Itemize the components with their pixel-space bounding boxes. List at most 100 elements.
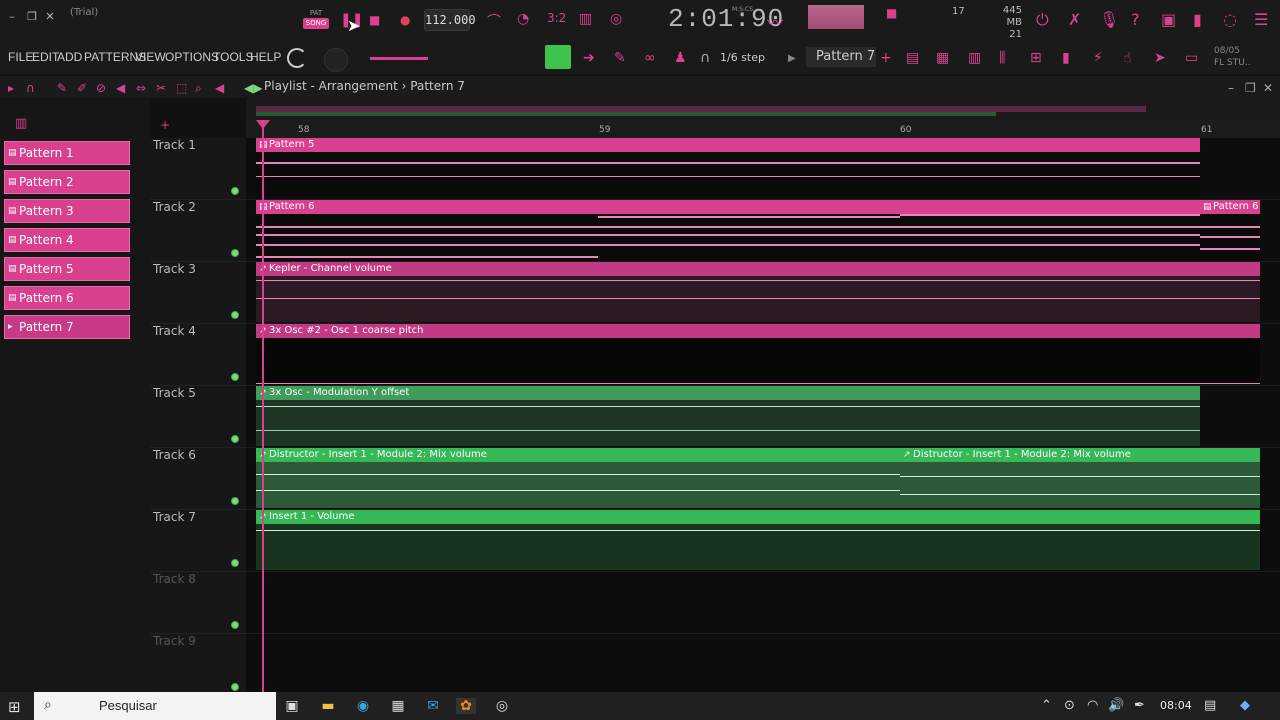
wifi-icon[interactable]: ◠ xyxy=(1087,698,1098,713)
track-mute-led[interactable] xyxy=(231,497,239,505)
arrangement-icon[interactable]: ◀▶ xyxy=(244,81,262,95)
store-icon[interactable]: ▦ xyxy=(388,698,408,714)
tempo-display[interactable]: 112.000 xyxy=(424,9,476,31)
snap-step-selector[interactable]: 1/6 step xyxy=(720,51,765,64)
taskbar-search[interactable]: ⌕ Pesquisar xyxy=(34,692,276,720)
chrome-icon[interactable]: ◎ xyxy=(492,698,512,714)
channel-rack-button[interactable] xyxy=(545,45,571,69)
timeline-ruler[interactable] xyxy=(246,119,1280,138)
pattern-item[interactable]: ▤ Pattern 5 xyxy=(4,257,130,281)
link-icon[interactable]: ∞ xyxy=(644,50,656,66)
touch-icon[interactable]: ☝ xyxy=(1123,50,1132,66)
pat-song-toggle[interactable]: PAT SONG xyxy=(303,8,329,32)
add-pattern-icon[interactable]: + xyxy=(880,50,892,66)
plug-icon[interactable]: ⚡ xyxy=(1093,50,1103,66)
playlist-menu-icon[interactable]: ▸ xyxy=(8,81,14,95)
track-mute-led[interactable] xyxy=(231,249,239,257)
track-header[interactable]: Track 7 xyxy=(150,510,246,572)
playback-icon[interactable]: ◀ xyxy=(215,81,224,95)
pen-icon[interactable]: ✒ xyxy=(1134,698,1145,713)
restore-icon[interactable]: ❐ xyxy=(24,10,40,23)
metronome-icon[interactable]: ⌒ xyxy=(487,11,501,31)
task-view-icon[interactable]: ▣ xyxy=(282,698,302,714)
playlist-view-icon[interactable]: ▤ xyxy=(906,50,919,66)
track-header[interactable]: Track 9 xyxy=(150,634,246,696)
pattern-clip[interactable]: ▤Pattern 6 xyxy=(1200,200,1260,260)
pattern-item[interactable]: ▤ Pattern 4 xyxy=(4,228,130,252)
pattern-item[interactable]: ▤ Pattern 6 xyxy=(4,286,130,310)
playlist-maximize-icon[interactable]: ❐ xyxy=(1245,81,1256,95)
volume-icon[interactable]: 🔊 xyxy=(1108,698,1124,713)
save-icon[interactable]: ▣ xyxy=(1161,10,1176,29)
menu-options[interactable]: OPTIONS xyxy=(165,50,219,64)
play-pattern-icon[interactable]: ▶ xyxy=(788,53,796,64)
file-icon[interactable]: ▮ xyxy=(1062,50,1070,66)
piano-roll-icon[interactable]: ▦ xyxy=(936,50,949,66)
menu-tools[interactable]: TOOLS xyxy=(213,50,253,64)
plugin-icon[interactable]: ▮ xyxy=(1193,10,1202,29)
browser-icon[interactable]: ⊞ xyxy=(1030,50,1042,66)
automation-clip[interactable]: ↗Insert 1 - Volume xyxy=(256,510,1260,570)
playhead[interactable] xyxy=(262,128,264,692)
help-icon[interactable]: ? xyxy=(1131,10,1140,29)
blend-notes-icon[interactable]: ▥ xyxy=(579,11,592,27)
track-header[interactable]: Track 3 xyxy=(150,262,246,324)
mute-icon[interactable]: ◀ xyxy=(116,81,125,95)
automation-clip[interactable]: ↗Kepler - Channel volume xyxy=(256,262,1260,322)
track-header[interactable]: Track 4 xyxy=(150,324,246,386)
pattern-item[interactable]: ▤ Pattern 2 xyxy=(4,170,130,194)
countdown-icon[interactable]: 3:2 xyxy=(547,11,566,25)
pattern-item[interactable]: ▤ Pattern 3 xyxy=(4,199,130,223)
track-lane[interactable] xyxy=(246,572,1280,634)
pattern-item-selected[interactable]: ▸ Pattern 7 xyxy=(4,315,130,339)
paint-icon[interactable]: ✐ xyxy=(77,81,87,95)
track-mute-led[interactable] xyxy=(231,373,239,381)
automation-clip[interactable]: ↗Distructor - Insert 1 - Module 2: Mix v… xyxy=(900,448,1260,508)
track-mute-led[interactable] xyxy=(231,435,239,443)
shop-icon[interactable]: ▭ xyxy=(1185,50,1198,66)
pencil-icon[interactable]: ✎ xyxy=(614,50,626,66)
master-pitch-knob[interactable] xyxy=(324,48,348,72)
chat-icon[interactable]: ◌ xyxy=(1223,10,1237,29)
menu-file[interactable]: FILE xyxy=(8,50,33,64)
track-mute-led[interactable] xyxy=(231,621,239,629)
tools-icon[interactable]: ✗ xyxy=(1068,10,1081,29)
track-header[interactable]: Track 5 xyxy=(150,386,246,448)
track-mute-led[interactable] xyxy=(231,559,239,567)
pattern-clip[interactable]: ▤Pattern 5 xyxy=(256,138,1200,198)
file-explorer-icon[interactable]: ▬ xyxy=(318,698,338,714)
playlist-minimize-icon[interactable]: – xyxy=(1228,81,1234,95)
channel-rack-icon[interactable]: ▥ xyxy=(968,50,981,66)
arrow-right-icon[interactable]: ➔ xyxy=(583,50,595,66)
microphone-icon[interactable]: 🎙 xyxy=(1099,10,1119,29)
track-header[interactable]: Track 2 xyxy=(150,200,246,262)
menu-help[interactable]: HELP xyxy=(250,50,281,64)
picker-pattern-icon[interactable]: ▥ xyxy=(15,116,27,131)
snap-icon[interactable]: ∩ xyxy=(26,81,35,95)
draw-icon[interactable]: ✎ xyxy=(57,81,67,95)
mixer-icon[interactable]: ⫼ xyxy=(999,50,1005,66)
pattern-clip[interactable]: ▤Pattern 6 xyxy=(256,200,1200,260)
master-volume-knob[interactable] xyxy=(287,48,307,68)
fl-studio-icon[interactable]: ✿ xyxy=(456,698,476,714)
automation-clip[interactable]: ↗3x Osc #2 - Osc 1 coarse pitch xyxy=(256,324,1260,384)
playlist-grid[interactable]: ▤Pattern 5 ▤Pattern 6 ▤Pattern 6 ↗Kepler… xyxy=(246,138,1280,696)
tray-chevron-icon[interactable]: ⌃ xyxy=(1041,698,1052,713)
track-header[interactable]: Track 8 xyxy=(150,572,246,634)
menu-add[interactable]: ADD xyxy=(57,50,82,64)
notifications-icon[interactable]: ▤ xyxy=(1204,698,1216,713)
slip-icon[interactable]: ⇔ xyxy=(136,81,146,95)
stop-button[interactable]: ■ xyxy=(369,13,380,27)
copilot-icon[interactable]: ◆ xyxy=(1240,698,1250,713)
output-icon[interactable]: ➤ xyxy=(1154,50,1166,66)
loop-record-icon[interactable]: ◎ xyxy=(610,11,622,27)
playlist-close-icon[interactable]: ✕ xyxy=(1263,81,1273,95)
windows-start-icon[interactable]: ⊞ xyxy=(8,698,21,716)
pattern-selector[interactable]: Pattern 7 xyxy=(806,47,876,67)
automation-clip[interactable]: ↗Distructor - Insert 1 - Module 2: Mix v… xyxy=(256,448,900,508)
stamp-icon[interactable]: ♟ xyxy=(674,50,687,66)
taskbar-clock[interactable]: 08:04 xyxy=(1160,699,1192,712)
slice-icon[interactable]: ✂ xyxy=(156,81,166,95)
close-icon[interactable]: ✕ xyxy=(42,10,58,23)
master-volume-slider[interactable] xyxy=(370,57,428,60)
